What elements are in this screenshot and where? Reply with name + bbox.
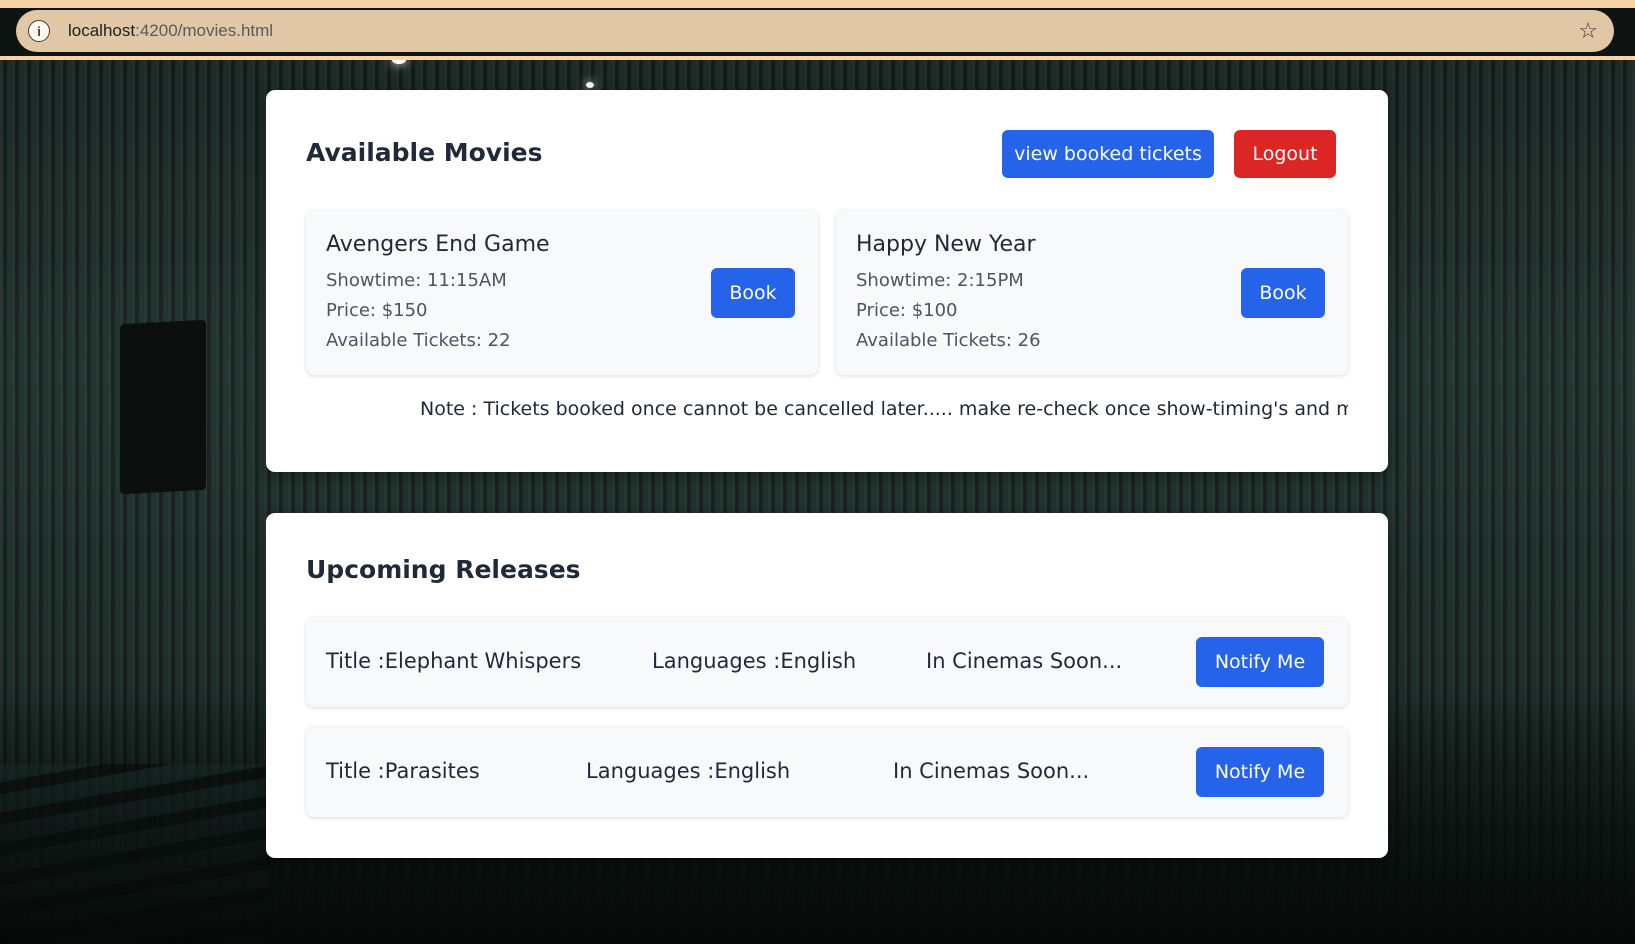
url-text[interactable]: localhost:4200/movies.html [68, 21, 273, 41]
notify-me-button[interactable]: Notify Me [1196, 747, 1324, 797]
seats-image [0, 764, 270, 944]
upcoming-languages: Languages :English [652, 649, 857, 673]
upcoming-title: Title :Parasites [326, 759, 480, 783]
movie-available-tickets: Available Tickets: 22 [326, 330, 511, 351]
upcoming-item: Title :Elephant Whispers Languages :Engl… [306, 617, 1348, 707]
upcoming-languages: Languages :English [586, 759, 791, 783]
bookmark-star-icon[interactable]: ☆ [1578, 18, 1598, 44]
info-icon[interactable]: i [28, 20, 50, 42]
view-booked-tickets-button[interactable]: view booked tickets [1002, 130, 1214, 178]
movie-showtime: Showtime: 2:15PM [856, 270, 1024, 291]
booking-note-text: Note : Tickets booked once cannot be can… [420, 398, 1348, 420]
logout-button[interactable]: Logout [1234, 130, 1336, 178]
movie-price: Price: $100 [856, 300, 958, 321]
upcoming-status: In Cinemas Soon... [893, 759, 1090, 783]
address-bar[interactable]: i localhost:4200/movies.html ☆ [16, 10, 1614, 52]
movie-card: Happy New Year Showtime: 2:15PM Price: $… [836, 210, 1348, 375]
upcoming-releases-title: Upcoming Releases [306, 555, 581, 584]
notify-me-button[interactable]: Notify Me [1196, 637, 1324, 687]
movie-price: Price: $150 [326, 300, 428, 321]
browser-top-strip [0, 0, 1635, 8]
book-button[interactable]: Book [1241, 268, 1325, 318]
upcoming-title: Title :Elephant Whispers [326, 649, 582, 673]
available-movies-title: Available Movies [306, 138, 543, 167]
upcoming-releases-panel: Upcoming Releases Title :Elephant Whispe… [266, 513, 1388, 858]
upcoming-item: Title :Parasites Languages :English In C… [306, 727, 1348, 817]
speaker-image [120, 319, 206, 495]
ceiling-light [392, 60, 406, 64]
book-button[interactable]: Book [711, 268, 795, 318]
booking-note: Note : Tickets booked once cannot be can… [306, 398, 1348, 428]
movie-title: Avengers End Game [326, 232, 550, 257]
url-path: :4200/movies.html [135, 21, 274, 40]
movie-card: Avengers End Game Showtime: 11:15AM Pric… [306, 210, 818, 375]
movie-showtime: Showtime: 11:15AM [326, 270, 507, 291]
url-host: localhost [68, 21, 136, 40]
upcoming-status: In Cinemas Soon... [926, 649, 1123, 673]
movie-available-tickets: Available Tickets: 26 [856, 330, 1041, 351]
ceiling-light [586, 82, 594, 88]
available-movies-panel: Available Movies view booked tickets Log… [266, 90, 1388, 472]
movie-title: Happy New Year [856, 232, 1036, 257]
